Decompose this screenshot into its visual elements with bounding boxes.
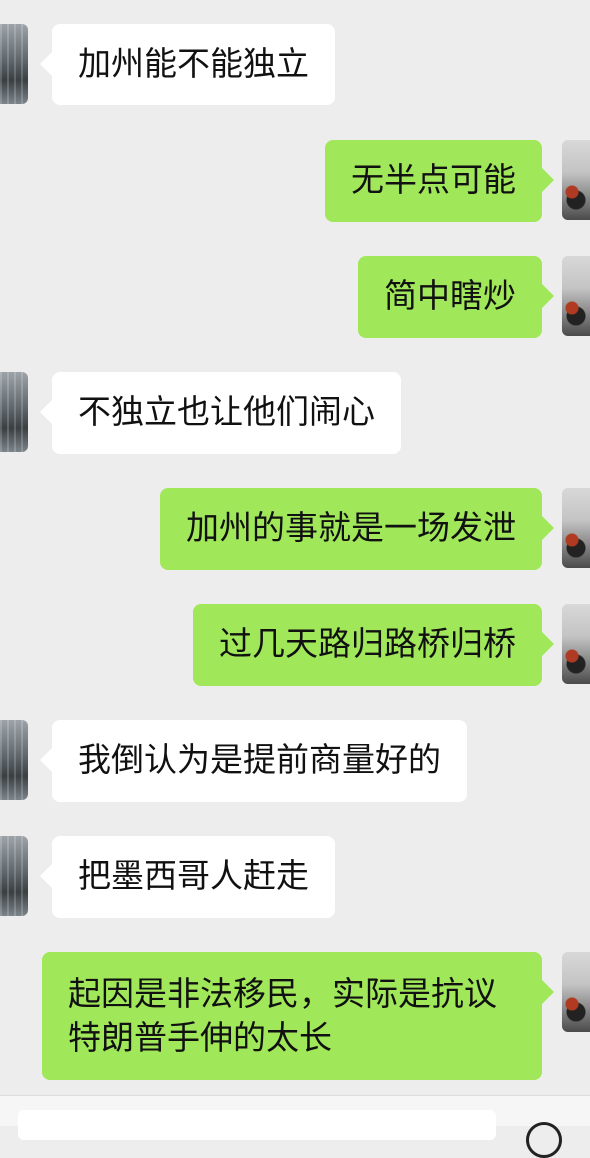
my-avatar[interactable]	[562, 488, 590, 568]
message-text: 过几天路归路桥归桥	[219, 624, 516, 663]
message-row: 无半点可能	[0, 140, 590, 222]
incoming-message-bubble[interactable]: 加州能不能独立	[40, 24, 335, 105]
message-text: 我倒认为是提前商量好的	[78, 740, 441, 779]
incoming-message-bubble[interactable]: 我倒认为是提前商量好的	[40, 720, 467, 802]
contact-avatar[interactable]	[0, 836, 28, 916]
contact-avatar[interactable]	[0, 372, 28, 452]
message-text-line: 特朗普手伸的太长	[68, 1018, 332, 1057]
message-row: 不独立也让他们闹心	[0, 372, 590, 454]
message-text: 加州能不能独立	[78, 44, 309, 83]
message-row: 过几天路归路桥归桥	[0, 604, 590, 686]
message-input[interactable]	[18, 1110, 496, 1140]
my-avatar[interactable]	[562, 952, 590, 1032]
my-avatar[interactable]	[562, 604, 590, 684]
message-text: 把墨西哥人赶走	[78, 856, 309, 895]
contact-avatar[interactable]	[0, 720, 28, 800]
message-text: 不独立也让他们闹心	[78, 392, 375, 431]
incoming-message-bubble[interactable]: 不独立也让他们闹心	[40, 372, 401, 454]
outgoing-message-bubble[interactable]: 加州的事就是一场发泄	[160, 488, 554, 570]
voice-icon[interactable]	[526, 1122, 562, 1158]
message-row: 起因是非法移民，实际是抗议 特朗普手伸的太长	[0, 952, 590, 1080]
my-avatar[interactable]	[562, 140, 590, 220]
message-row: 把墨西哥人赶走	[0, 836, 590, 918]
outgoing-message-bubble[interactable]: 起因是非法移民，实际是抗议 特朗普手伸的太长	[42, 952, 554, 1080]
message-row: 简中瞎炒	[0, 256, 590, 338]
incoming-message-bubble[interactable]: 把墨西哥人赶走	[40, 836, 335, 918]
message-row: 加州能不能独立	[0, 24, 590, 105]
message-text: 加州的事就是一场发泄	[186, 508, 516, 547]
input-bar	[0, 1095, 590, 1158]
message-text: 无半点可能	[351, 160, 516, 199]
message-row: 我倒认为是提前商量好的	[0, 720, 590, 802]
contact-avatar[interactable]	[0, 24, 28, 104]
outgoing-message-bubble[interactable]: 过几天路归路桥归桥	[193, 604, 554, 686]
message-row: 加州的事就是一场发泄	[0, 488, 590, 570]
my-avatar[interactable]	[562, 256, 590, 336]
message-text: 简中瞎炒	[384, 276, 516, 315]
outgoing-message-bubble[interactable]: 无半点可能	[325, 140, 554, 222]
outgoing-message-bubble[interactable]: 简中瞎炒	[358, 256, 554, 338]
message-text-line: 起因是非法移民，实际是抗议	[68, 974, 497, 1013]
